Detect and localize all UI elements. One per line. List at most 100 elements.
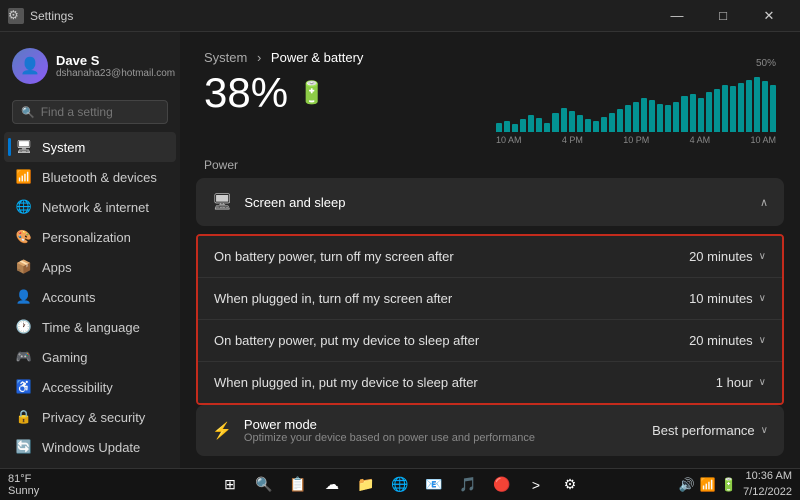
- sidebar-item-system[interactable]: 🖥 System: [4, 132, 176, 162]
- breadcrumb-parent: System: [204, 50, 247, 65]
- sleep-row-value[interactable]: 1 hour ∨: [716, 375, 766, 390]
- dropdown-chevron-icon: ∨: [761, 425, 768, 436]
- minimize-button[interactable]: —: [654, 0, 700, 32]
- chart-bar: [698, 98, 704, 132]
- taskbar-icon-8[interactable]: 🔴: [488, 471, 516, 499]
- bluetooth-icon: 📶: [16, 169, 32, 185]
- power-mode-title: Power mode: [244, 417, 535, 432]
- sidebar-item-label: Gaming: [42, 350, 88, 365]
- sidebar-item-bluetooth[interactable]: 📶 Bluetooth & devices: [4, 162, 176, 192]
- taskbar-icon-5[interactable]: 🌐: [386, 471, 414, 499]
- chart-bar: [681, 96, 687, 132]
- chart-bar: [569, 111, 575, 132]
- dropdown-chevron-icon: ∨: [759, 377, 766, 388]
- sidebar-item-accounts[interactable]: 👤 Accounts: [4, 282, 176, 312]
- sleep-row-selected: 1 hour: [716, 375, 753, 390]
- maximize-button[interactable]: □: [700, 0, 746, 32]
- battery-icon: 🔋: [298, 80, 325, 106]
- taskbar-icon-9[interactable]: >: [522, 471, 550, 499]
- screen-sleep-header[interactable]: 🖥 Screen and sleep ∧: [196, 178, 784, 226]
- sleep-row-label: On battery power, turn off my screen aft…: [214, 249, 454, 264]
- accounts-icon: 👤: [16, 289, 32, 305]
- taskbar-icon-6[interactable]: 📧: [420, 471, 448, 499]
- chart-bar: [577, 115, 583, 132]
- sidebar-item-gaming[interactable]: 🎮 Gaming: [4, 342, 176, 372]
- accessibility-icon: ♿: [16, 379, 32, 395]
- app-body: 👤 Dave S dshanaha23@hotmail.com 🔍 🖥 Syst…: [0, 32, 800, 468]
- search-box[interactable]: 🔍: [12, 100, 168, 124]
- screen-icon: 🖥: [212, 192, 232, 212]
- power-mode-icon: ⚡: [212, 421, 232, 441]
- taskbar-center: ⊞🔍📋☁📁🌐📧🎵🔴>⚙: [216, 471, 584, 499]
- chart-bar: [754, 77, 760, 132]
- sleep-row-value[interactable]: 20 minutes ∨: [689, 333, 766, 348]
- taskbar-icon-0[interactable]: ⊞: [216, 471, 244, 499]
- sleep-row-selected: 10 minutes: [689, 291, 753, 306]
- chart-bar: [512, 124, 518, 132]
- chart-bar: [552, 113, 558, 132]
- chart-bar: [690, 94, 696, 132]
- network-icon: 📶: [700, 477, 716, 493]
- sidebar: 👤 Dave S dshanaha23@hotmail.com 🔍 🖥 Syst…: [0, 32, 180, 468]
- chart-bar: [561, 108, 567, 132]
- dropdown-chevron-icon: ∨: [759, 251, 766, 262]
- search-input[interactable]: [41, 105, 159, 119]
- gaming-icon: 🎮: [16, 349, 32, 365]
- sidebar-item-privacy[interactable]: 🔒 Privacy & security: [4, 402, 176, 432]
- breadcrumb-current: Power & battery: [271, 50, 364, 65]
- screen-sleep-card: 🖥 Screen and sleep ∧: [196, 178, 784, 226]
- titlebar-controls: — □ ✕: [654, 0, 792, 32]
- settings-app-icon: ⚙: [8, 8, 24, 24]
- sidebar-item-accessibility[interactable]: ♿ Accessibility: [4, 372, 176, 402]
- close-button[interactable]: ✕: [746, 0, 792, 32]
- chart-bar: [738, 83, 744, 132]
- network-icon: 🌐: [16, 199, 32, 215]
- taskbar-icon-4[interactable]: 📁: [352, 471, 380, 499]
- weather-info: 81°F Sunny: [8, 473, 39, 497]
- chart-bar: [496, 123, 502, 132]
- sidebar-item-label: System: [42, 140, 85, 155]
- battery-display: 38% 🔋: [204, 69, 363, 117]
- power-mode-row: ⚡ Power mode Optimize your device based …: [196, 405, 784, 456]
- sidebar-item-winupdate[interactable]: 🔄 Windows Update: [4, 432, 176, 462]
- avatar: 👤: [12, 48, 48, 84]
- sleep-setting-row: On battery power, turn off my screen aft…: [198, 236, 782, 278]
- chart-bar: [722, 85, 728, 132]
- power-mode-selected: Best performance: [652, 423, 755, 438]
- sidebar-item-label: Privacy & security: [42, 410, 145, 425]
- sidebar-item-network[interactable]: 🌐 Network & internet: [4, 192, 176, 222]
- power-mode-info: Power mode Optimize your device based on…: [244, 417, 535, 444]
- sleep-setting-row: When plugged in, put my device to sleep …: [198, 362, 782, 403]
- chart-bar: [673, 102, 679, 132]
- power-mode-value[interactable]: Best performance ∨: [652, 423, 768, 438]
- chart-bar: [593, 121, 599, 132]
- header-left: System › Power & battery 38% 🔋: [204, 50, 363, 117]
- main-content: System › Power & battery 38% 🔋 50% 10 AM…: [180, 32, 800, 468]
- chart-bar: [633, 102, 639, 132]
- taskbar-right: 🔊 📶 🔋 10:36 AM 7/12/2022: [679, 469, 793, 500]
- sidebar-item-time[interactable]: 🕐 Time & language: [4, 312, 176, 342]
- taskbar-icon-10[interactable]: ⚙: [556, 471, 584, 499]
- battery-section-title: Battery: [180, 464, 800, 468]
- user-profile: 👤 Dave S dshanaha23@hotmail.com: [0, 40, 180, 96]
- chart-time-label: 4 AM: [690, 135, 711, 145]
- sleep-row-value[interactable]: 10 minutes ∨: [689, 291, 766, 306]
- chart-bar: [762, 81, 768, 132]
- dropdown-chevron-icon: ∨: [759, 335, 766, 346]
- chart-bar: [609, 113, 615, 132]
- chart-bar: [641, 98, 647, 132]
- chart-bar: [601, 117, 607, 132]
- sidebar-item-personalization[interactable]: 🎨 Personalization: [4, 222, 176, 252]
- breadcrumb-separator: ›: [257, 50, 265, 65]
- main-header: System › Power & battery 38% 🔋 50% 10 AM…: [180, 32, 800, 150]
- sleep-row-value[interactable]: 20 minutes ∨: [689, 249, 766, 264]
- sidebar-item-apps[interactable]: 📦 Apps: [4, 252, 176, 282]
- chart-bar: [649, 100, 655, 132]
- taskbar-icon-7[interactable]: 🎵: [454, 471, 482, 499]
- sidebar-item-label: Apps: [42, 260, 72, 275]
- privacy-icon: 🔒: [16, 409, 32, 425]
- taskbar-icon-3[interactable]: ☁: [318, 471, 346, 499]
- user-email: dshanaha23@hotmail.com: [56, 68, 175, 79]
- taskbar-icon-1[interactable]: 🔍: [250, 471, 278, 499]
- taskbar-icon-2[interactable]: 📋: [284, 471, 312, 499]
